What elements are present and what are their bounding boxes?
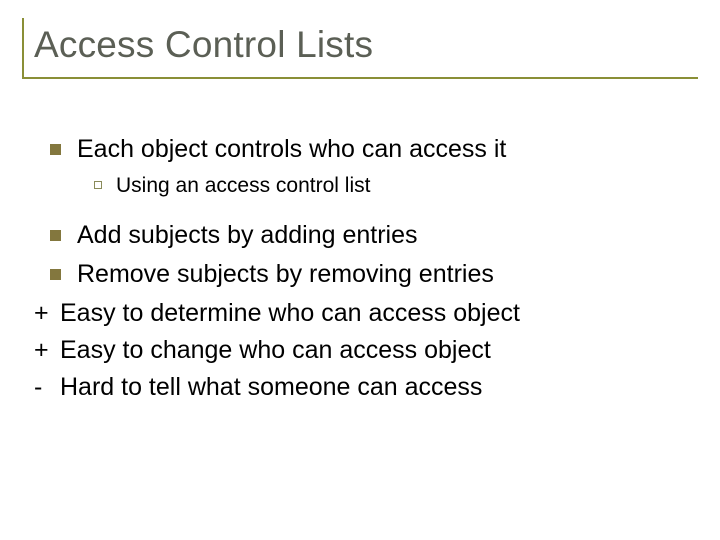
plus-prefix: + <box>34 334 60 367</box>
bullet-item: Add subjects by adding entries <box>34 219 698 252</box>
bullet-text: Add subjects by adding entries <box>77 219 698 252</box>
square-bullet-icon <box>50 269 61 280</box>
title-rule: Access Control Lists <box>22 18 698 79</box>
slide-title: Access Control Lists <box>34 24 698 67</box>
pro-item: + Easy to change who can access object <box>34 334 698 367</box>
slide: Access Control Lists Each object control… <box>0 0 720 540</box>
plus-prefix: + <box>34 297 60 330</box>
con-item: - Hard to tell what someone can access <box>34 371 698 404</box>
con-text: Hard to tell what someone can access <box>60 371 698 404</box>
bullet-item: Remove subjects by removing entries <box>34 258 698 291</box>
bullet-item: Each object controls who can access it <box>34 133 698 166</box>
minus-prefix: - <box>34 371 60 404</box>
sub-bullet-text: Using an access control list <box>116 172 698 200</box>
square-bullet-icon <box>50 144 61 155</box>
sub-bullet-item: Using an access control list <box>34 172 698 200</box>
pro-text: Easy to change who can access object <box>60 334 698 367</box>
square-bullet-icon <box>50 230 61 241</box>
hollow-square-bullet-icon <box>94 181 102 189</box>
bullet-text: Each object controls who can access it <box>77 133 698 166</box>
bullet-text: Remove subjects by removing entries <box>77 258 698 291</box>
slide-body: Each object controls who can access it U… <box>22 133 698 405</box>
pro-item: + Easy to determine who can access objec… <box>34 297 698 330</box>
pro-text: Easy to determine who can access object <box>60 297 698 330</box>
